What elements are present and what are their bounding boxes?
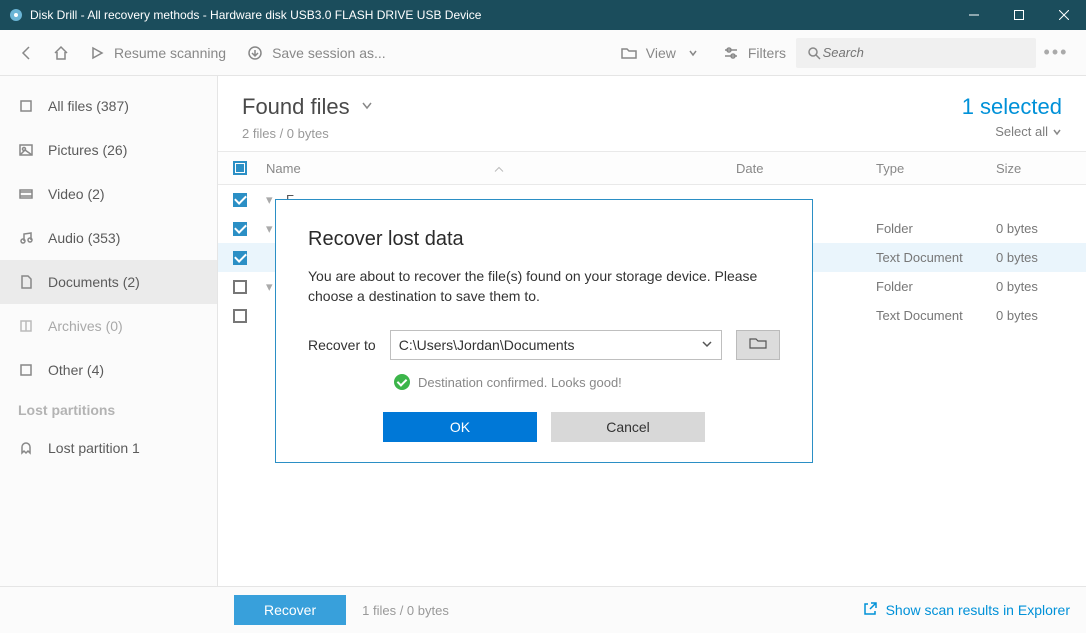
select-all-checkbox[interactable] [233,161,247,175]
folder-icon [620,44,638,62]
view-label: View [646,45,676,61]
chevron-down-icon [701,337,713,353]
ok-button[interactable]: OK [383,412,537,442]
row-checkbox[interactable] [233,193,247,207]
download-icon [246,44,264,62]
toolbar: Resume scanning Save session as... View … [0,30,1086,76]
sidebar-item-pictures[interactable]: Pictures (26) [0,128,217,172]
col-name[interactable]: Name [262,161,736,176]
dialog-body: You are about to recover the file(s) fou… [308,267,780,306]
selected-count: 1 selected [962,94,1062,120]
maximize-button[interactable] [996,0,1041,30]
filters-button[interactable]: Filters [712,30,796,75]
minimize-button[interactable] [951,0,996,30]
row-checkbox[interactable] [233,251,247,265]
sidebar: All files (387) Pictures (26) Video (2) … [0,76,218,586]
sidebar-item-archives[interactable]: Archives (0) [0,304,217,348]
sliders-icon [722,44,740,62]
row-checkbox[interactable] [233,280,247,294]
recover-to-label: Recover to [308,337,376,353]
row-checkbox[interactable] [233,222,247,236]
search-icon [806,44,823,62]
page-title: Found files [242,94,350,120]
browse-button[interactable] [736,330,780,360]
sidebar-item-allfiles[interactable]: All files (387) [0,84,217,128]
archives-icon [18,318,34,334]
sidebar-item-video[interactable]: Video (2) [0,172,217,216]
footer: Recover 1 files / 0 bytes Show scan resu… [0,586,1086,633]
sidebar-item-audio[interactable]: Audio (353) [0,216,217,260]
resume-label: Resume scanning [114,45,226,61]
folder-icon [749,336,767,355]
sort-arrow-icon [494,161,504,176]
documents-icon [18,274,34,290]
sidebar-item-other[interactable]: Other (4) [0,348,217,392]
external-icon [862,601,878,620]
filters-label: Filters [748,45,786,61]
col-size[interactable]: Size [996,161,1086,176]
other-icon [18,362,34,378]
dialog-title: Recover lost data [308,228,780,251]
chevron-down-icon [684,44,702,62]
app-icon [8,7,24,23]
ghost-icon [18,440,34,456]
show-in-explorer-link[interactable]: Show scan results in Explorer [862,601,1070,620]
chevron-down-icon[interactable] [360,98,374,117]
table-header: Name Date Type Size [218,151,1086,185]
cancel-button[interactable]: Cancel [551,412,705,442]
resume-scanning-button[interactable]: Resume scanning [78,30,236,75]
row-checkbox[interactable] [233,309,247,323]
sidebar-item-documents[interactable]: Documents (2) [0,260,217,304]
save-session-label: Save session as... [272,45,386,61]
col-date[interactable]: Date [736,161,876,176]
save-session-button[interactable]: Save session as... [236,30,396,75]
confirm-text: Destination confirmed. Looks good! [418,375,622,390]
recover-dialog: Recover lost data You are about to recov… [275,199,813,463]
recover-button[interactable]: Recover [234,595,346,625]
sidebar-item-lost1[interactable]: Lost partition 1 [0,426,217,470]
destination-select[interactable]: C:\Users\Jordan\Documents [390,330,722,360]
titlebar: Disk Drill - All recovery methods - Hard… [0,0,1086,30]
pictures-icon [18,142,34,158]
lost-partitions-heading: Lost partitions [0,392,217,426]
files-icon [18,98,34,114]
footer-subtitle: 1 files / 0 bytes [362,603,449,618]
select-all-button[interactable]: Select all [962,124,1062,139]
check-icon [394,374,410,390]
back-button[interactable] [10,30,44,75]
audio-icon [18,230,34,246]
video-icon [18,186,34,202]
window-title: Disk Drill - All recovery methods - Hard… [30,8,951,22]
view-button[interactable]: View [610,30,712,75]
col-type[interactable]: Type [876,161,996,176]
more-button[interactable]: ••• [1036,42,1076,63]
destination-value: C:\Users\Jordan\Documents [399,337,575,353]
search-box[interactable] [796,38,1036,68]
play-icon [88,44,106,62]
close-button[interactable] [1041,0,1086,30]
page-subtitle: 2 files / 0 bytes [242,126,374,141]
search-input[interactable] [823,45,1026,60]
home-button[interactable] [44,30,78,75]
